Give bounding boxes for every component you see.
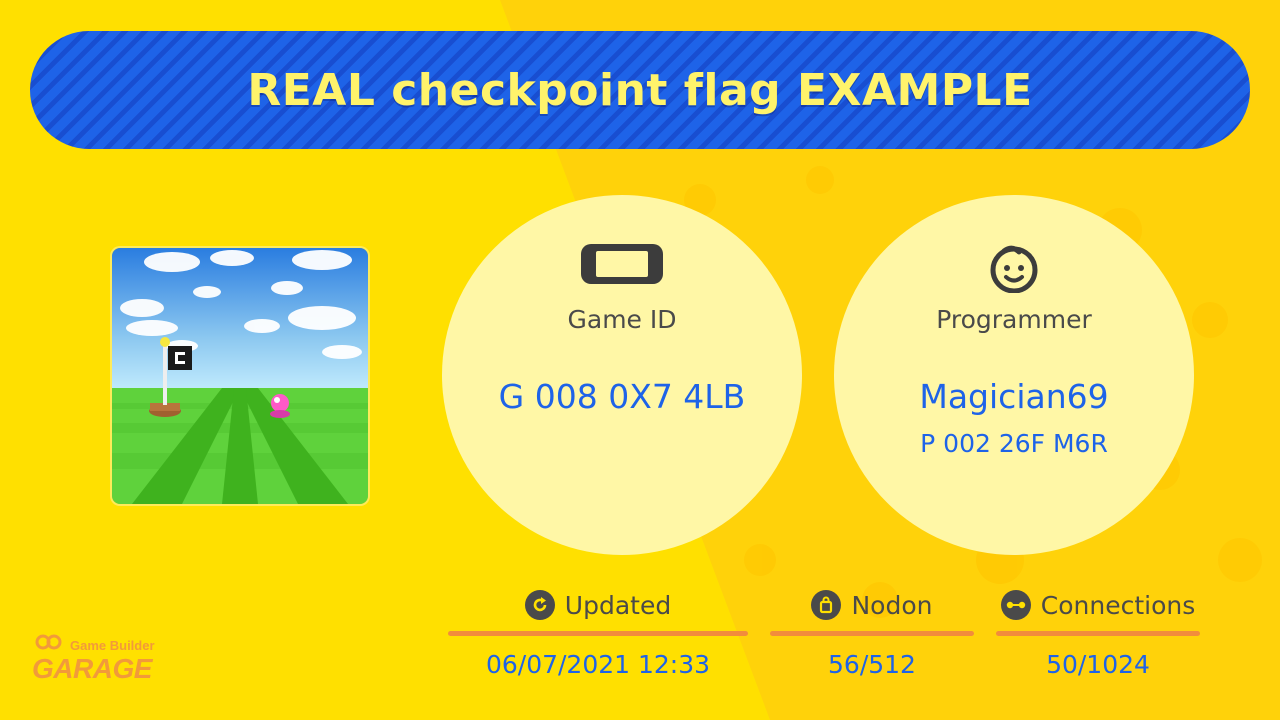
game-title: REAL checkpoint flag EXAMPLE bbox=[247, 64, 1033, 116]
updated-value: 06/07/2021 12:33 bbox=[485, 650, 711, 679]
svg-text:Game Builder: Game Builder bbox=[70, 638, 155, 653]
game-id-value: G 008 0X7 4LB bbox=[498, 377, 746, 416]
connection-icon bbox=[1000, 590, 1031, 620]
game-thumbnail bbox=[112, 248, 368, 504]
updated-stat: Updated 06/07/2021 12:33 bbox=[448, 588, 748, 679]
refresh-icon bbox=[524, 590, 555, 620]
connections-stat: Connections 50/1024 bbox=[996, 588, 1200, 679]
game-id-panel: Game ID G 008 0X7 4LB bbox=[442, 195, 802, 555]
nodon-value: 56/512 bbox=[828, 650, 916, 679]
switch-console-icon bbox=[442, 243, 802, 285]
updated-divider bbox=[448, 631, 748, 636]
connections-divider bbox=[996, 631, 1200, 636]
programmer-name: Magician69 bbox=[919, 377, 1109, 416]
child-face-icon bbox=[834, 243, 1194, 293]
nodon-stat: Nodon 56/512 bbox=[770, 588, 974, 679]
programmer-panel: Programmer Magician69 P 002 26F M6R bbox=[834, 195, 1194, 555]
updated-label: Updated bbox=[564, 590, 672, 620]
game-builder-garage-logo: Game Builder GARAGE bbox=[30, 632, 170, 684]
connections-value: 50/1024 bbox=[1046, 650, 1150, 679]
bag-icon bbox=[811, 590, 842, 620]
game-id-label: Game ID bbox=[567, 305, 677, 334]
programmer-id: P 002 26F M6R bbox=[920, 429, 1108, 458]
nodon-label: Nodon bbox=[851, 590, 933, 620]
title-banner: REAL checkpoint flag EXAMPLE bbox=[30, 31, 1250, 149]
nodon-divider bbox=[770, 631, 974, 636]
svg-text:GARAGE: GARAGE bbox=[32, 653, 154, 684]
connections-label: Connections bbox=[1040, 590, 1196, 620]
programmer-label: Programmer bbox=[936, 305, 1092, 334]
